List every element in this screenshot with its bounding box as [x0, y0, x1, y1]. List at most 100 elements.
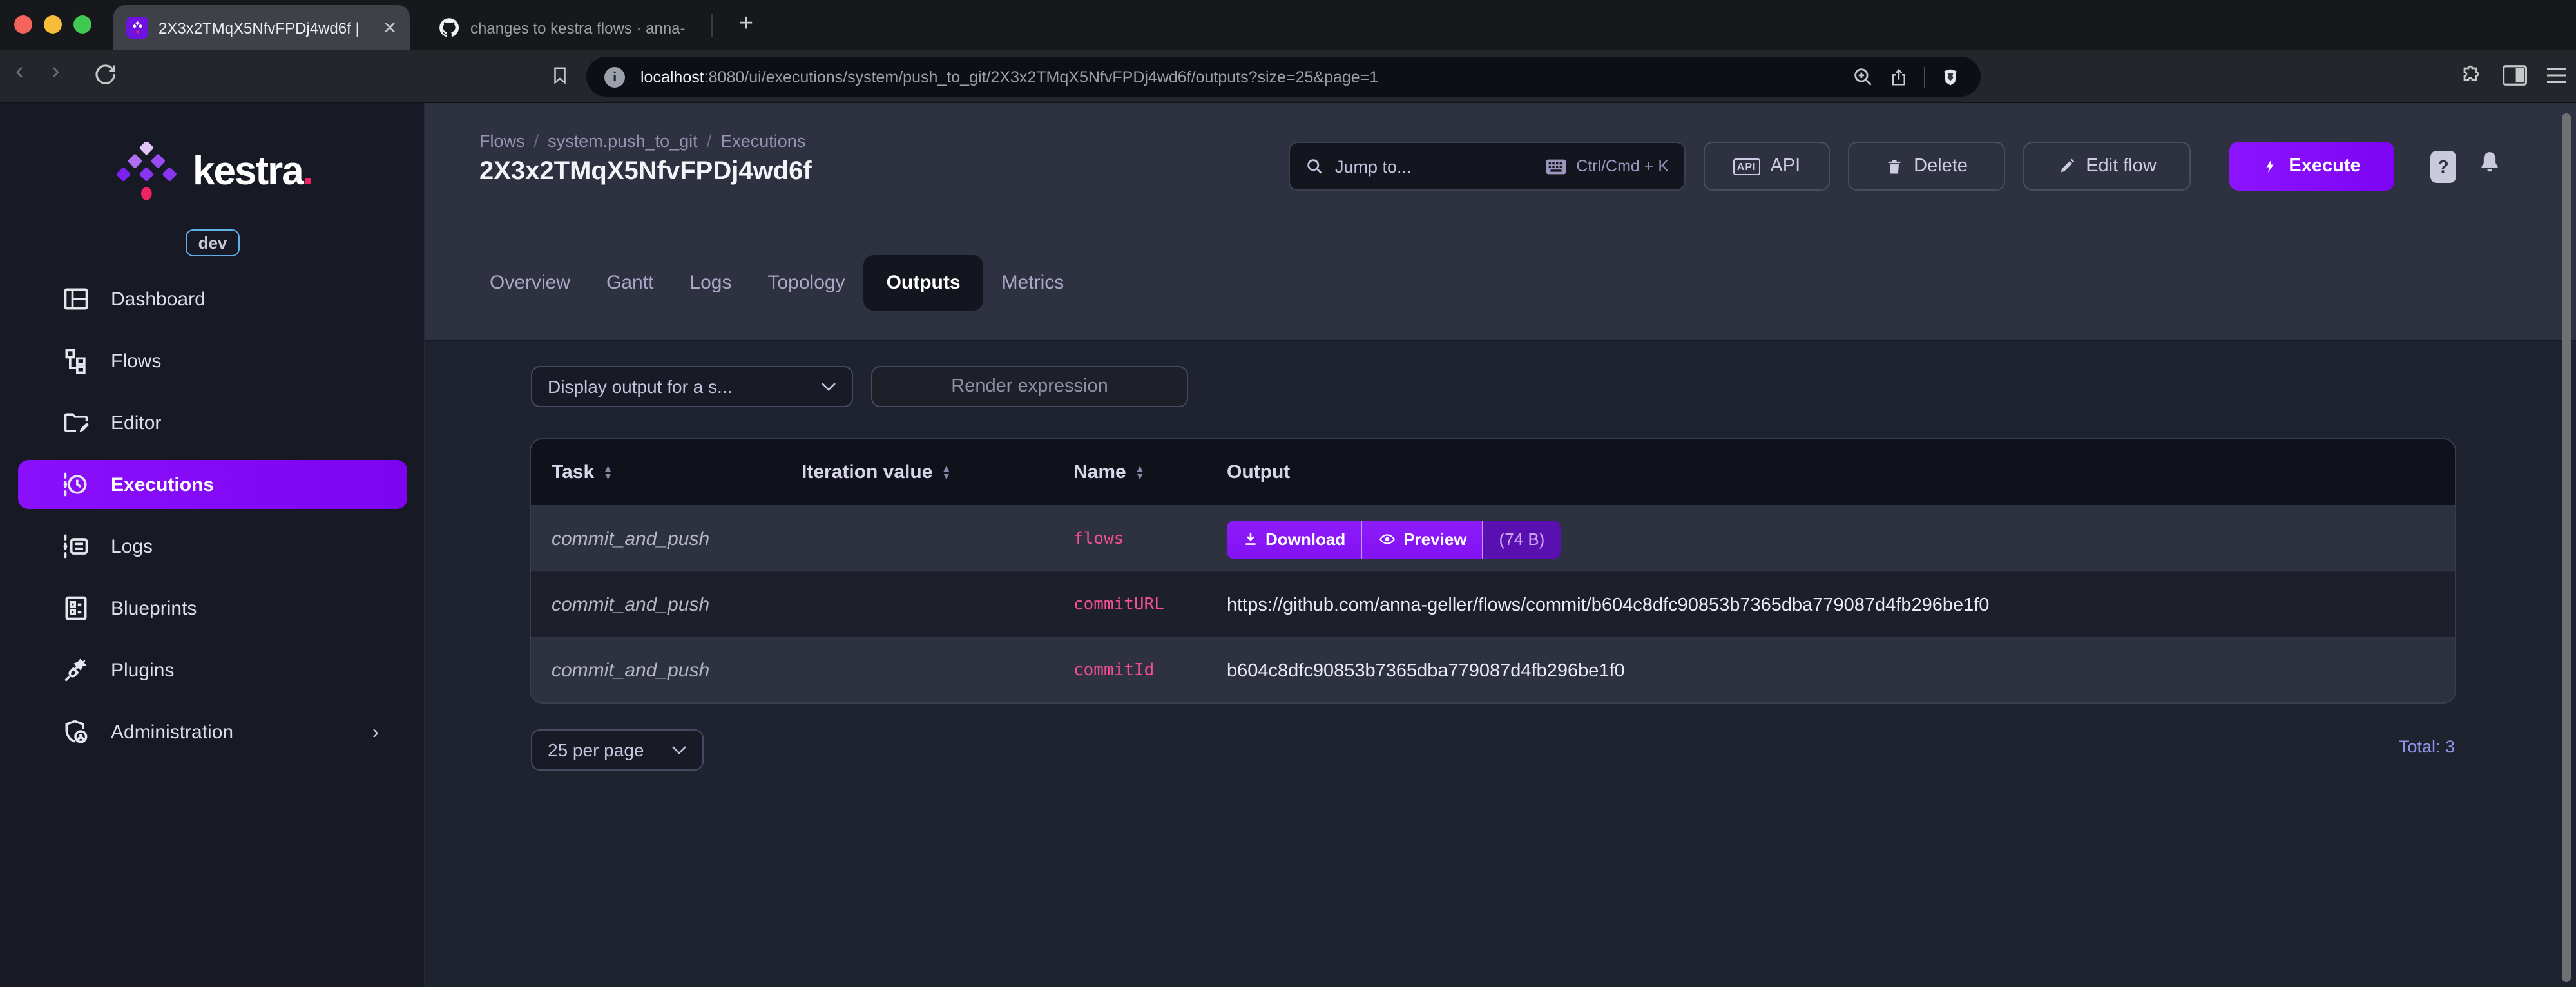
- kestra-logo[interactable]: kestra.: [0, 142, 425, 201]
- table-row: commit_and_push commitId b604c8dfc90853b…: [531, 637, 2455, 702]
- chevron-down-icon: [671, 745, 687, 755]
- url-text: localhost:8080/ui/executions/system/push…: [640, 68, 1852, 86]
- power-plug-icon: [62, 656, 90, 684]
- help-icon[interactable]: ?: [2430, 151, 2456, 183]
- site-info-icon[interactable]: i: [604, 66, 625, 87]
- sidebar-item-plugins[interactable]: Plugins: [18, 646, 407, 695]
- folder-edit-icon: [62, 408, 90, 437]
- api-button[interactable]: API API: [1704, 142, 1830, 191]
- environment-badge: dev: [0, 229, 425, 256]
- edit-flow-button[interactable]: Edit flow: [2023, 142, 2191, 191]
- api-icon: API: [1733, 158, 1760, 175]
- per-page-select[interactable]: 25 per page: [531, 729, 704, 771]
- shield-account-icon: [62, 718, 90, 746]
- github-favicon-icon: [438, 17, 460, 39]
- kestra-app: kestra. dev Dashboard Flows Editor Execu…: [0, 103, 2576, 987]
- reload-icon[interactable]: [93, 62, 117, 86]
- tab-divider: [711, 14, 713, 37]
- render-expression-button[interactable]: Render expression: [871, 366, 1188, 407]
- browser-tab-github[interactable]: changes to kestra flows · anna-ge: [425, 5, 698, 50]
- traffic-light-zoom[interactable]: [73, 15, 91, 34]
- sort-icon[interactable]: ▲ ▼: [1135, 463, 1145, 481]
- traffic-light-minimize[interactable]: [44, 15, 62, 34]
- col-name: Name: [1073, 461, 1126, 483]
- forward-icon[interactable]: ›: [52, 58, 60, 86]
- sidebar-item-logs[interactable]: Logs: [18, 522, 407, 571]
- table-header-row: Task ▲ ▼ Iteration value ▲ ▼ Name ▲ ▼ Output: [531, 439, 2455, 505]
- keyboard-icon: [1546, 158, 1566, 174]
- page-scrollbar[interactable]: [2562, 113, 2571, 982]
- shortcut-hint: Ctrl/Cmd + K: [1545, 157, 1669, 175]
- browser-tab-active[interactable]: 2X3x2TMqX5NfvFPDj4wd6f | ✕: [113, 5, 410, 50]
- tab-close-icon[interactable]: ✕: [383, 17, 397, 38]
- sidebar-item-label: Flows: [111, 350, 162, 372]
- kestra-logo-icon: [115, 142, 176, 200]
- tab-topology[interactable]: Topology: [749, 255, 863, 311]
- col-output: Output: [1227, 461, 1291, 483]
- sidebar-item-blueprints[interactable]: Blueprints: [18, 584, 407, 633]
- sort-icon[interactable]: ▲ ▼: [941, 463, 951, 481]
- download-button[interactable]: Download: [1227, 520, 1361, 559]
- output-value: https://github.com/anna-geller/flows/com…: [1227, 595, 1990, 615]
- menu-icon[interactable]: [2545, 66, 2568, 85]
- traffic-light-close[interactable]: [14, 15, 32, 34]
- outputs-table: Task ▲ ▼ Iteration value ▲ ▼ Name ▲ ▼ Output c…: [531, 439, 2455, 702]
- divider: [1924, 66, 1925, 87]
- tab-title: changes to kestra flows · anna-ge: [470, 19, 686, 37]
- tab-gantt[interactable]: Gantt: [588, 255, 671, 311]
- chevron-right-icon: ›: [372, 721, 379, 743]
- download-icon: [1245, 533, 1256, 545]
- bell-icon[interactable]: [2477, 148, 2503, 177]
- tab-outputs[interactable]: Outputs: [863, 255, 984, 311]
- chevron-down-icon: [821, 381, 836, 392]
- table-row: commit_and_push flows Download Preview (…: [531, 505, 2455, 571]
- flows-icon: [62, 347, 90, 375]
- search-icon: [1305, 157, 1323, 175]
- tab-metrics[interactable]: Metrics: [984, 255, 1082, 311]
- share-icon[interactable]: [1889, 65, 1908, 88]
- bookmark-icon[interactable]: [550, 63, 570, 88]
- url-host: localhost: [640, 68, 704, 86]
- zoom-page-icon[interactable]: [1852, 66, 1874, 88]
- trash-icon: [1885, 157, 1903, 176]
- outputs-panel: Display output for a s... Render express…: [425, 343, 2576, 987]
- preview-button[interactable]: Preview: [1361, 520, 1483, 559]
- timeline-text-icon: [62, 532, 90, 561]
- tab-overview[interactable]: Overview: [472, 255, 588, 311]
- file-actions: Download Preview (74 B): [1227, 520, 1561, 559]
- col-iteration: Iteration value: [802, 461, 933, 483]
- kestra-wordmark: kestra.: [193, 148, 314, 193]
- sidebar-item-label: Administration: [111, 721, 234, 743]
- file-size-badge: (74 B): [1482, 520, 1561, 559]
- display-output-select[interactable]: Display output for a s...: [531, 366, 853, 407]
- tab-title: 2X3x2TMqX5NfvFPDj4wd6f |: [159, 19, 360, 37]
- sidebar-item-administration[interactable]: Administration ›: [18, 707, 407, 756]
- jump-to-search[interactable]: Jump to... Ctrl/Cmd + K: [1289, 142, 1686, 191]
- kestra-favicon-icon: [126, 17, 148, 39]
- execute-button[interactable]: Execute: [2229, 142, 2394, 191]
- sidebar-item-flows[interactable]: Flows: [18, 336, 407, 385]
- sidebar-item-label: Executions: [111, 474, 215, 495]
- sidebar-item-label: Editor: [111, 412, 162, 434]
- page-header: Flows / system.push_to_git / Executions 2X3x…: [425, 103, 2576, 341]
- sidebar-menu: Dashboard Flows Editor Executions Logs B…: [0, 274, 425, 756]
- delete-button[interactable]: Delete: [1848, 142, 2005, 191]
- sort-icon[interactable]: ▲ ▼: [603, 463, 613, 481]
- back-icon[interactable]: ‹: [15, 58, 24, 86]
- display-output-value: Display output for a s...: [548, 376, 733, 397]
- brave-shield-icon[interactable]: [1941, 65, 1960, 88]
- ballot-icon: [62, 594, 90, 622]
- extensions-icon[interactable]: [2459, 64, 2482, 88]
- new-tab-button[interactable]: +: [729, 6, 763, 43]
- sidebar-item-label: Plugins: [111, 659, 175, 681]
- sidebar-item-dashboard[interactable]: Dashboard: [18, 274, 407, 323]
- address-bar[interactable]: i localhost:8080/ui/executions/system/pu…: [586, 57, 1981, 97]
- task-cell: commit_and_push: [552, 660, 710, 682]
- sidebar-toggle-icon[interactable]: [2503, 64, 2527, 86]
- sidebar-item-executions[interactable]: Executions: [18, 460, 407, 509]
- name-cell: commitURL: [1073, 595, 1164, 615]
- tab-logs[interactable]: Logs: [671, 255, 749, 311]
- lightning-icon: [2263, 156, 2278, 177]
- total-count: Total: 3: [2398, 737, 2455, 756]
- sidebar-item-editor[interactable]: Editor: [18, 398, 407, 447]
